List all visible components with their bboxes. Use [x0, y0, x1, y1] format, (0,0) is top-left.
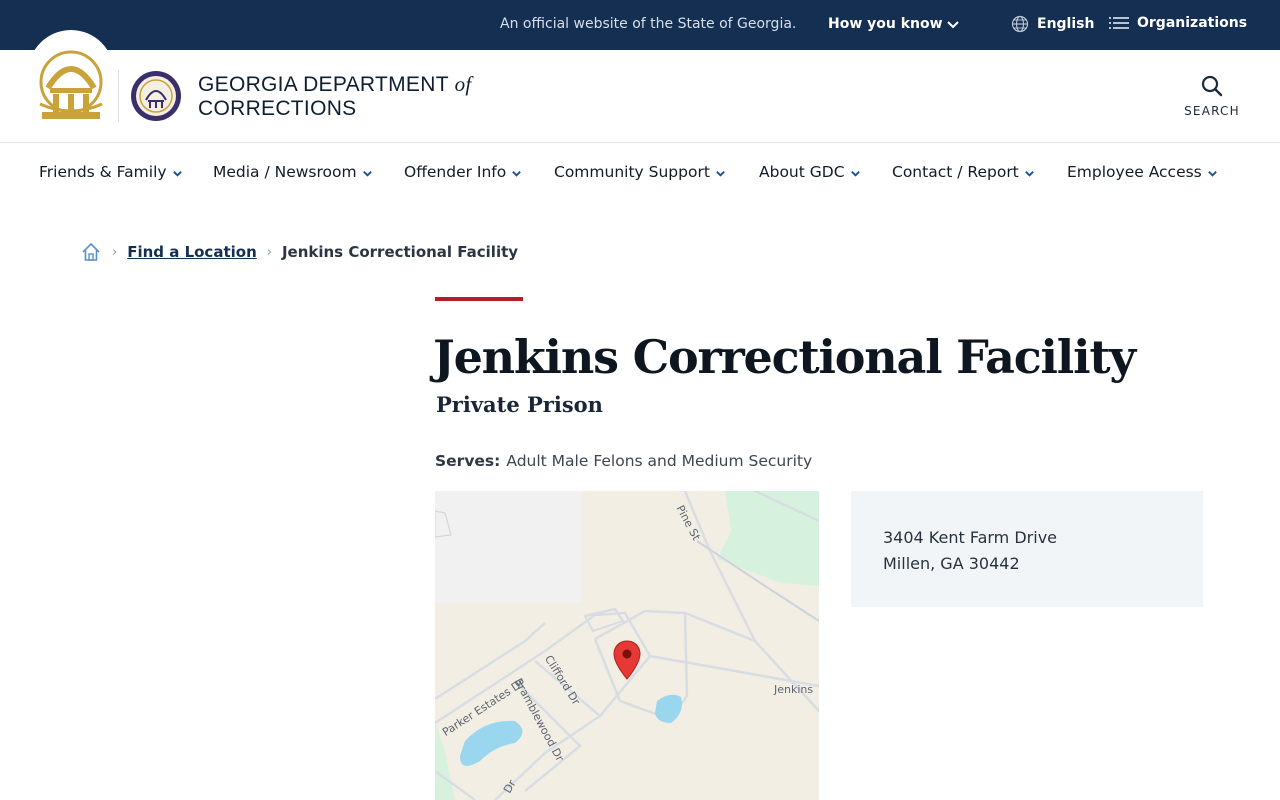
organizations-label: Organizations: [1137, 15, 1248, 31]
language-label: English: [1037, 16, 1095, 32]
georgia-seal-link[interactable]: [28, 30, 114, 124]
chevron-down-icon: [512, 170, 522, 177]
chevron-down-icon: [362, 170, 372, 177]
breadcrumb-current: Jenkins Correctional Facility: [281, 243, 519, 261]
chevron-down-icon: [1207, 170, 1217, 177]
georgia-arch-seal-icon: [39, 50, 103, 119]
address-card: 3404 Kent Farm Drive Millen, GA 30442: [851, 491, 1203, 607]
search-icon: [1201, 75, 1223, 97]
site-brand[interactable]: GEORGIA DEPARTMENT of CORRECTIONS: [198, 72, 472, 121]
chevron-down-icon: [172, 170, 182, 177]
home-icon[interactable]: [80, 241, 102, 263]
serves-label: Serves:: [435, 452, 501, 470]
nav-item-community-support[interactable]: Community Support: [554, 163, 726, 181]
gdc-seal-icon: [131, 71, 181, 121]
nav-item-label: Employee Access: [1067, 163, 1202, 181]
main-nav: Friends & Family Media / Newsroom Offend…: [0, 143, 1280, 203]
nav-item-label: Contact / Report: [892, 163, 1019, 181]
official-banner: An official website of the State of Geor…: [0, 0, 1280, 50]
nav-item-employee-access[interactable]: Employee Access: [1067, 163, 1218, 181]
organizations-menu[interactable]: Organizations: [1109, 15, 1247, 31]
nav-item-label: Offender Info: [404, 163, 507, 181]
nav-item-label: About GDC: [759, 163, 845, 181]
search-label: SEARCH: [1184, 104, 1240, 118]
map-place-jenkins: Jenkins: [774, 683, 814, 696]
page-title: Jenkins Correctional Facility: [433, 330, 1136, 384]
chevron-down-icon: [1024, 170, 1034, 177]
nav-item-label: Community Support: [554, 163, 710, 181]
map-pin-icon[interactable]: [613, 640, 641, 680]
nav-item-label: Media / Newsroom: [213, 163, 357, 181]
globe-icon: [1011, 15, 1029, 33]
header-divider: [118, 70, 119, 122]
address-line2: Millen, GA 30442: [883, 554, 1020, 573]
location-map[interactable]: Pine St Clifford Dr Parker Estates Dr Br…: [435, 491, 819, 800]
nav-item-contact-report[interactable]: Contact / Report: [892, 163, 1035, 181]
serves-value: Adult Male Felons and Medium Security: [506, 452, 813, 470]
breadcrumb: › Find a Location › Jenkins Correctional…: [80, 241, 518, 263]
breadcrumb-separator-icon: ›: [266, 244, 272, 260]
chevron-down-icon[interactable]: [946, 18, 960, 32]
nav-item-label: Friends & Family: [39, 163, 167, 181]
brand-line1: GEORGIA DEPARTMENT: [198, 73, 449, 96]
nav-item-media-newsroom[interactable]: Media / Newsroom: [213, 163, 373, 181]
search-button[interactable]: SEARCH: [1176, 74, 1248, 124]
list-icon: [1109, 17, 1129, 29]
title-accent-bar: [435, 297, 523, 301]
how-you-know-button[interactable]: How you know: [828, 16, 943, 32]
breadcrumb-separator-icon: ›: [112, 244, 118, 260]
nav-item-offender-info[interactable]: Offender Info: [404, 163, 522, 181]
language-selector[interactable]: English: [1011, 15, 1094, 33]
facility-type: Private Prison: [436, 392, 603, 417]
facility-serves: Serves: Adult Male Felons and Medium Secu…: [435, 452, 812, 470]
official-site-text: An official website of the State of Geor…: [500, 16, 797, 32]
chevron-down-icon: [716, 170, 725, 177]
address-line1: 3404 Kent Farm Drive: [883, 528, 1058, 547]
nav-item-about-gdc[interactable]: About GDC: [759, 163, 861, 181]
brand-line2: CORRECTIONS: [198, 97, 357, 120]
chevron-down-icon: [850, 170, 860, 177]
site-header: GEORGIA DEPARTMENT of CORRECTIONS SEARCH: [0, 30, 1280, 143]
brand-of: of: [454, 72, 472, 96]
nav-item-friends-family[interactable]: Friends & Family: [39, 163, 183, 181]
breadcrumb-find-location-link[interactable]: Find a Location: [127, 243, 257, 261]
